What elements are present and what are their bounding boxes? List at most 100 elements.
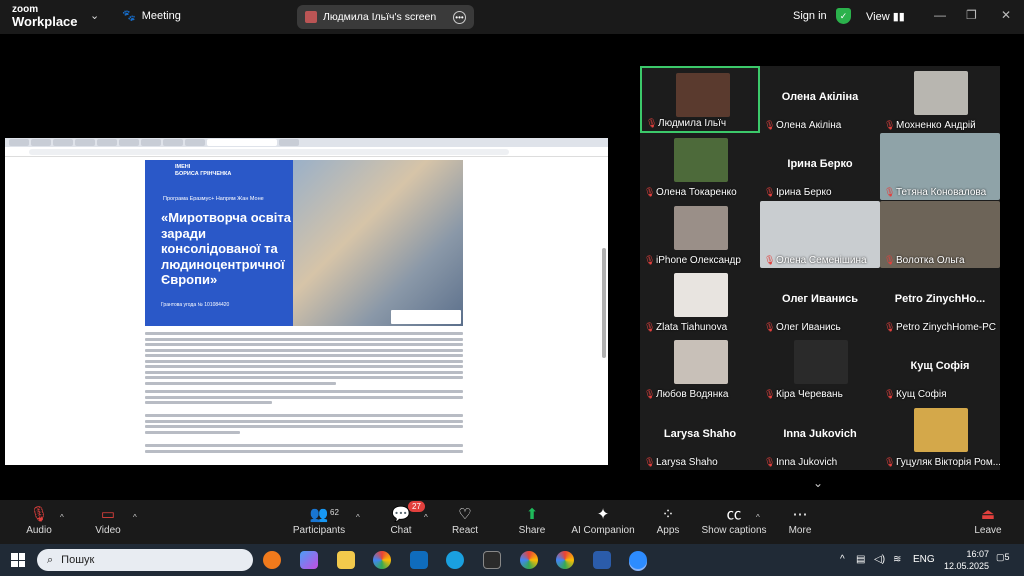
participant-tile[interactable]: 🎙 Волотка Ольга (880, 200, 1000, 268)
taskbar-search[interactable]: ⌕ Пошук (37, 549, 253, 571)
video-options-caret[interactable]: ^ (133, 513, 137, 522)
tray-expand-icon[interactable]: ^ (840, 554, 845, 565)
mic-muted-icon: 🎙 (764, 456, 776, 467)
participant-display-name: Larysa Shaho (663, 427, 737, 440)
participant-name-label: Кущ Софія (896, 389, 947, 401)
participant-tile[interactable]: 🎙 Любов Водянка (640, 335, 760, 403)
file-explorer-icon[interactable] (337, 551, 355, 569)
participant-video (914, 71, 968, 115)
paw-icon: 🐾 (122, 10, 136, 22)
participant-name-label: Гуцуляк Вікторія Ром... (896, 456, 1000, 468)
participant-name-label: Ірина Берко (776, 187, 832, 199)
chrome-icon[interactable] (373, 551, 391, 569)
participant-tile[interactable]: Larysa Shaho 🎙 Larysa Shaho (640, 402, 760, 470)
share-button[interactable]: ⬆ Share (497, 505, 567, 536)
mic-muted-icon: 🎙 (644, 456, 656, 467)
audio-options-caret[interactable]: ^ (60, 513, 64, 522)
mic-muted-icon: 🎙 (644, 254, 656, 265)
program-label: Програма Еразмус+ Напрям Жан Моне (163, 196, 264, 202)
participant-display-name: Inna Jukovich (783, 427, 857, 440)
sign-in-button[interactable]: Sign in (793, 10, 827, 22)
participant-tile[interactable]: 🎙 Гуцуляк Вікторія Ром... (880, 402, 1000, 470)
participant-tile[interactable]: Кущ Софія 🎙 Кущ Софія (880, 335, 1000, 403)
participant-tile[interactable]: 🎙 Кіра Черевань (760, 335, 880, 403)
chat-options-caret[interactable]: ^ (424, 513, 428, 522)
windows-start-icon[interactable] (11, 553, 25, 567)
chevron-down-icon[interactable]: ⌄ (90, 9, 99, 22)
participant-name-label: Олена Семенішина (776, 254, 867, 266)
mic-muted-icon: 🎙 (646, 118, 658, 128)
participant-tile[interactable]: 🎙 iPhone Олександр (640, 200, 760, 268)
participant-video (674, 138, 728, 183)
participant-tile[interactable]: Inna Jukovich 🎙 Inna Jukovich (760, 402, 880, 470)
ai-companion-button[interactable]: ✦ AI Companion (568, 505, 638, 536)
mic-muted-icon: 🎙 (764, 254, 776, 265)
participant-tile[interactable]: 🎙 Тетяна Коновалова (880, 133, 1000, 201)
more-icon: ⋯ (792, 506, 808, 523)
restore-icon[interactable]: ❐ (966, 8, 977, 22)
taskbar-clock[interactable]: 16:07 12.05.2025 (944, 548, 989, 572)
participant-tile[interactable]: Олена Акіліна 🎙 Олена Акіліна (760, 66, 880, 133)
copilot-icon[interactable] (300, 551, 318, 569)
volume-icon[interactable]: ◁) (874, 554, 885, 565)
more-button[interactable]: ⋯ More (765, 505, 835, 536)
view-button[interactable]: View ▮▮ (866, 10, 905, 23)
store-icon[interactable] (483, 551, 501, 569)
participant-video (676, 73, 730, 117)
input-language[interactable]: ENG (913, 554, 935, 565)
gallery-next-page-icon[interactable]: ⌄ (813, 476, 823, 490)
react-button[interactable]: ♡ React (430, 505, 500, 536)
word-icon[interactable] (593, 551, 611, 569)
participant-video (674, 272, 728, 317)
participant-tile[interactable]: 🎙 Олена Токаренко (640, 133, 760, 201)
participant-video (914, 407, 968, 452)
firefox-icon[interactable] (263, 551, 281, 569)
chrome-profile-icon[interactable] (520, 551, 538, 569)
network-icon[interactable]: ▤ (856, 554, 865, 565)
minimize-icon[interactable]: — (934, 8, 946, 22)
poster-title: «Миротворча освіта заради консолідованої… (161, 210, 291, 288)
participant-video (674, 340, 728, 385)
participant-display-name: Ірина Берко (787, 158, 853, 171)
paragraph-2 (145, 390, 463, 407)
apps-button[interactable]: ⁘ Apps (633, 505, 703, 536)
project-poster: ІМЕНІ БОРИСА ГРІНЧЕНКА Програма Еразмус+… (145, 160, 463, 326)
participant-display-name: Олена Акіліна (781, 91, 859, 103)
mic-muted-icon: 🎙 (884, 389, 896, 400)
participant-tile[interactable]: 🎙 Мохненко Андрій (880, 66, 1000, 133)
wifi-icon[interactable]: ≋ (893, 554, 901, 565)
more-options-icon[interactable]: ••• (453, 10, 466, 24)
participants-options-caret[interactable]: ^ (356, 513, 360, 522)
participant-tile[interactable]: Petro ZinychHo... 🎙 Petro ZinychHome-PC (880, 267, 1000, 335)
mic-muted-icon: 🎙 (644, 389, 656, 400)
close-icon[interactable]: ✕ (1001, 8, 1011, 22)
participant-display-name: Кущ Софія (910, 360, 970, 373)
leave-button[interactable]: ⏏ Leave (953, 505, 1023, 536)
meeting-button[interactable]: 🐾 Meeting (122, 9, 181, 23)
participant-video (674, 205, 728, 250)
zoom-taskbar-icon[interactable] (629, 551, 647, 569)
participant-tile[interactable]: Олег Иванись 🎙 Олег Иванись (760, 267, 880, 335)
address-bar (5, 147, 608, 157)
captions-options-caret[interactable]: ^ (756, 513, 760, 522)
participant-display-name: Petro ZinychHo... (894, 292, 986, 305)
screen-share-indicator[interactable]: Людмила Ільїч's screen ••• (297, 5, 474, 29)
participants-button[interactable]: 👥 62 Participants (284, 505, 354, 536)
participant-name-label: iPhone Олександр (656, 254, 741, 266)
participant-tile[interactable]: Ірина Берко 🎙 Ірина Берко (760, 133, 880, 201)
chrome-profile-2-icon[interactable] (556, 551, 574, 569)
security-shield-icon[interactable]: ✓ (836, 8, 851, 24)
participant-tile[interactable]: 🎙 Людмила Ільїч (640, 66, 760, 133)
participant-tile[interactable]: 🎙 Олена Семенішина (760, 200, 880, 268)
participants-icon: 👥 62 (309, 506, 339, 523)
leave-icon: ⏏ (980, 506, 996, 523)
participant-tile[interactable]: 🎙 Zlata Tiahunova (640, 267, 760, 335)
edge-icon[interactable] (446, 551, 464, 569)
mic-muted-icon: 🎙 (884, 187, 896, 198)
notification-center[interactable]: ▢5 (996, 552, 1010, 563)
mic-muted-icon: 🎙 (644, 187, 656, 198)
outlook-icon[interactable] (410, 551, 428, 569)
page-scrollbar[interactable] (602, 248, 606, 358)
paragraph-3 (145, 414, 463, 436)
poster-photo (293, 160, 463, 326)
